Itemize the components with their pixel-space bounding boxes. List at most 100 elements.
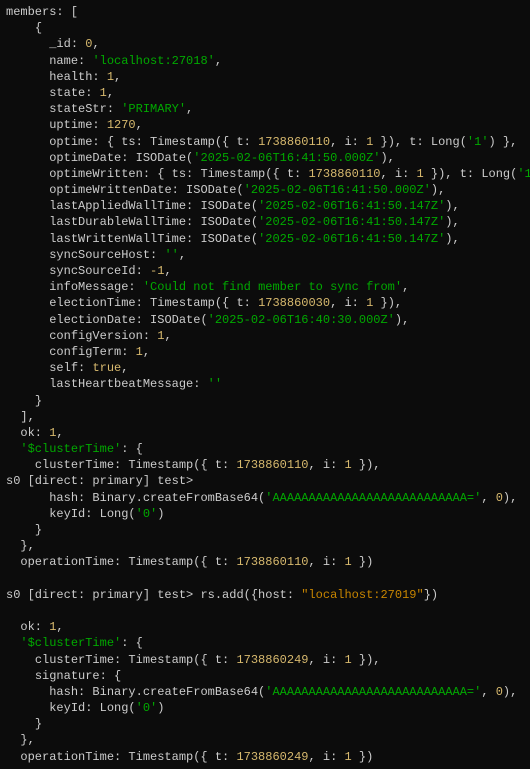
lastwritten-val: '2025-02-06T16:41:50.147Z' <box>258 232 445 246</box>
ct1-t: 1738860110 <box>236 458 308 472</box>
optimewritten-prefix: optimeWritten: { ts: Timestamp({ t: <box>49 167 308 181</box>
infomessage-key: infoMessage: <box>49 280 143 294</box>
clustertime-key: '$clusterTime' <box>20 442 121 456</box>
electiontime-end: }), <box>373 296 402 310</box>
hash2-n: 0 <box>496 685 503 699</box>
ct2-t: 1738860249 <box>236 653 308 667</box>
statestr-key: stateStr: <box>49 102 121 116</box>
optime2-mid: , i: <box>308 750 344 764</box>
keyid2-end: ) <box>157 701 164 715</box>
lastdurable-end: ), <box>445 215 459 229</box>
comma: , <box>114 70 121 84</box>
optime2-prefix: operationTime: Timestamp({ t: <box>20 750 236 764</box>
state-val: 1 <box>100 86 107 100</box>
hash2-val: 'AAAAAAAAAAAAAAAAAAAAAAAAAAA=' <box>265 685 481 699</box>
lastapplied-prefix: lastAppliedWallTime: ISODate( <box>49 199 258 213</box>
electiontime-t: 1738860030 <box>258 296 330 310</box>
optimewritten-i: 1 <box>417 167 424 181</box>
lastwritten-end: ), <box>445 232 459 246</box>
hash2-prefix: hash: Binary.createFromBase64( <box>49 685 265 699</box>
syncsourceid-key: syncSourceId: <box>49 264 150 278</box>
ct1-end: }), <box>352 458 381 472</box>
optimewritten-t: 1738860110 <box>308 167 380 181</box>
syncsourcehost-val: '' <box>164 248 178 262</box>
hash2-end: ), <box>503 685 517 699</box>
hash-mid: , <box>481 491 495 505</box>
optime-long: '1' <box>467 135 489 149</box>
ct2-i: 1 <box>344 653 351 667</box>
optime1-i: 1 <box>344 555 351 569</box>
optime-t: 1738860110 <box>258 135 330 149</box>
optime-prefix: optime: { ts: Timestamp({ t: <box>49 135 258 149</box>
comma: , <box>186 102 193 116</box>
comma: , <box>56 426 63 440</box>
hash-prefix: hash: Binary.createFromBase64( <box>49 491 265 505</box>
name-val: 'localhost:27018' <box>92 54 214 68</box>
lastapplied-val: '2025-02-06T16:41:50.147Z' <box>258 199 445 213</box>
lastdurable-prefix: lastDurableWallTime: ISODate( <box>49 215 258 229</box>
comma: , <box>121 361 128 375</box>
hash-val: 'AAAAAAAAAAAAAAAAAAAAAAAAAAA=' <box>265 491 481 505</box>
optime1-t: 1738860110 <box>236 555 308 569</box>
sig-open: signature: { <box>35 669 121 683</box>
name-key: name: <box>49 54 92 68</box>
obj-open: { <box>35 21 42 35</box>
lastapplied-end: ), <box>445 199 459 213</box>
configterm-key: configTerm: <box>49 345 135 359</box>
optimedate-prefix: optimeDate: ISODate( <box>49 151 193 165</box>
comma: , <box>92 37 99 51</box>
clustertime2-key: '$clusterTime' <box>20 636 121 650</box>
uptime-val: 1270 <box>107 118 136 132</box>
comma: , <box>136 118 143 132</box>
cmd-host: "localhost:27019" <box>301 588 423 602</box>
cmd-text2: }) <box>424 588 438 602</box>
optime-after: }), t: Long( <box>373 135 467 149</box>
optime1-end: }) <box>352 555 374 569</box>
optimewritten-long: '1' <box>517 167 530 181</box>
syncsourcehost-key: syncSourceHost: <box>49 248 164 262</box>
members-open: members: [ <box>6 5 78 19</box>
electiondate-end: ), <box>395 313 409 327</box>
electiondate-prefix: electionDate: ISODate( <box>49 313 207 327</box>
lhm-val: '' <box>208 377 222 391</box>
ct2-prefix: clusterTime: Timestamp({ t: <box>35 653 237 667</box>
comma: , <box>179 248 186 262</box>
lhm-key: lastHeartbeatMessage: <box>49 377 207 391</box>
lastwritten-prefix: lastWrittenWallTime: ISODate( <box>49 232 258 246</box>
brace-close-comma2: }, <box>20 733 34 747</box>
configterm-val: 1 <box>136 345 143 359</box>
terminal-output[interactable]: members: [ { _id: 0, name: 'localhost:27… <box>0 0 530 769</box>
electiondate-val: '2025-02-06T16:40:30.000Z' <box>208 313 395 327</box>
infomessage-val: 'Could not find member to sync from' <box>143 280 402 294</box>
uptime-key: uptime: <box>49 118 107 132</box>
keyid-val: '0' <box>136 507 158 521</box>
self-val: true <box>92 361 121 375</box>
ct1-i: 1 <box>344 458 351 472</box>
optimewritten-after: }), t: Long( <box>424 167 518 181</box>
optimewritten-mid: , i: <box>380 167 416 181</box>
optime2-i: 1 <box>344 750 351 764</box>
ct1-prefix: clusterTime: Timestamp({ t: <box>35 458 237 472</box>
comma: , <box>56 620 63 634</box>
ct2-mid: , i: <box>308 653 344 667</box>
optime-mid: , i: <box>330 135 366 149</box>
optime2-end: }) <box>352 750 374 764</box>
comma: , <box>215 54 222 68</box>
optime2-t: 1738860249 <box>236 750 308 764</box>
health-val: 1 <box>107 70 114 84</box>
optime-end: ) }, <box>489 135 518 149</box>
brace-close2: } <box>35 717 42 731</box>
health-key: health: <box>49 70 107 84</box>
obj-close: } <box>35 394 42 408</box>
self-key: self: <box>49 361 92 375</box>
shell-prompt[interactable]: s0 [direct: primary] test> <box>6 588 200 602</box>
clustertime-colon: : { <box>121 442 143 456</box>
ok2-key: ok: <box>20 620 49 634</box>
keyid-prefix: keyId: Long( <box>49 507 135 521</box>
id-key: _id: <box>49 37 85 51</box>
configversion-key: configVersion: <box>49 329 157 343</box>
comma: , <box>164 264 171 278</box>
clustertime2-colon: : { <box>121 636 143 650</box>
keyid-end: ) <box>157 507 164 521</box>
hash-end: ), <box>503 491 517 505</box>
